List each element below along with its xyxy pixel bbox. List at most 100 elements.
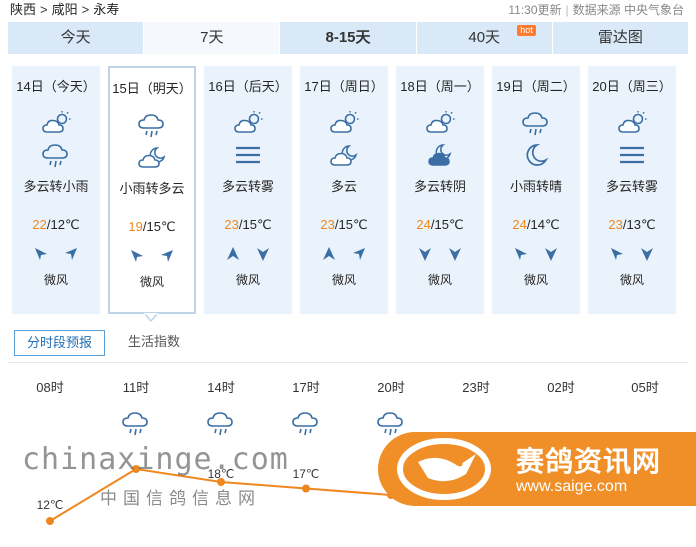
tab-hourly-forecast[interactable]: 分时段预报 — [14, 330, 106, 356]
hour-label: 20时 — [377, 380, 404, 395]
temperature-point — [302, 484, 310, 493]
overcast-night-icon — [428, 144, 452, 166]
wind-direction-icon — [161, 250, 173, 262]
temperature: 24/14℃ — [492, 216, 580, 234]
light-rain-icon — [138, 114, 164, 138]
wind-directions — [12, 246, 100, 264]
partly-cloudy-icon — [234, 111, 263, 133]
wind-direction-icon — [545, 248, 557, 261]
logo-title: 赛鸽资讯网 — [516, 446, 662, 477]
breadcrumb-separator: > — [40, 2, 48, 17]
temp-high: 22 — [32, 217, 47, 232]
weather-desc: 多云转小雨 — [23, 179, 89, 194]
wind-level: 微风 — [331, 273, 356, 287]
breadcrumb-province[interactable]: 陕西 — [10, 2, 36, 17]
day-date: 20日（周三） — [592, 79, 672, 94]
temperature-label: 17℃ — [293, 467, 320, 481]
logo-url: www.saige.com — [516, 478, 628, 495]
tab-today[interactable]: 今天 — [8, 22, 145, 54]
sub-tabs: 分时段预报 生活指数 — [0, 330, 696, 358]
weather-desc: 多云 — [330, 179, 357, 194]
temp-low: /15℃ — [238, 217, 272, 232]
moon-icon — [526, 144, 549, 166]
day-card[interactable]: 15日（明天） 小雨转多云 19/15℃ 微风 — [108, 66, 196, 314]
light-rain-icon — [522, 112, 548, 136]
top-bar: 陕西 > 咸阳 > 永寿 11:30更新 | 数据来源 中央气象台 — [0, 0, 696, 20]
wind-direction-icon — [353, 248, 365, 260]
breadcrumb-city[interactable]: 咸阳 — [52, 2, 78, 17]
day-card[interactable]: 18日（周一） 多云转阴 24/15℃ 微风 — [396, 66, 484, 314]
update-meta: 11:30更新 | 数据来源 中央气象台 — [508, 3, 684, 17]
cloudy-night-icon — [330, 145, 358, 166]
temperature: 23/15℃ — [204, 216, 292, 234]
update-time: 11:30更新 — [508, 3, 562, 17]
wind-directions — [588, 246, 676, 264]
temp-low: /14℃ — [526, 217, 560, 232]
wind-directions — [204, 246, 292, 264]
day-date: 16日（后天） — [208, 79, 288, 94]
light-rain-icon — [207, 412, 233, 436]
breadcrumb-separator: > — [81, 2, 90, 17]
temp-low: /15℃ — [430, 217, 464, 232]
partly-cloudy-icon — [426, 111, 455, 133]
temp-high: 24 — [512, 217, 527, 232]
temperature: 22/12℃ — [12, 216, 100, 234]
weather-desc: 多云转阴 — [413, 179, 466, 194]
wind-level: 微风 — [427, 273, 452, 287]
tab-40-days[interactable]: 40天 hot — [416, 22, 553, 54]
hot-badge: hot — [517, 25, 536, 36]
hour-label: 08时 — [36, 380, 63, 395]
day-date: 19日（周二） — [496, 79, 576, 94]
day-date: 14日（今天） — [16, 79, 96, 94]
temperature: 24/15℃ — [396, 216, 484, 234]
source-label: 数据来源 — [572, 3, 621, 17]
weather-desc: 多云转雾 — [221, 179, 274, 194]
day-card[interactable]: 17日（周日） 多云 23/15℃ 微风 — [300, 66, 388, 314]
day-card[interactable]: 16日（后天） 多云转雾 23/15℃ 微风 — [204, 66, 292, 314]
temp-high: 23 — [224, 217, 239, 232]
wind-level: 微风 — [139, 275, 164, 289]
wind-direction-icon — [515, 248, 527, 260]
temp-low: /13℃ — [622, 217, 656, 232]
wind-direction-icon — [323, 247, 335, 260]
wind-directions — [492, 246, 580, 264]
wind-directions — [300, 246, 388, 264]
tab-life-index[interactable]: 生活指数 — [116, 330, 192, 356]
tab-radar[interactable]: 雷达图 — [552, 22, 689, 54]
hour-label: 05时 — [631, 380, 658, 395]
tab-8-15-days[interactable]: 8-15天 — [280, 22, 417, 54]
hour-label: 14时 — [207, 380, 234, 395]
hour-label: 17时 — [292, 380, 319, 395]
temp-low: /15℃ — [142, 219, 176, 234]
temperature: 23/13℃ — [588, 216, 676, 234]
day-date: 18日（周一） — [400, 79, 480, 94]
watermark-subtext: 中国信鸽信息网 — [100, 489, 261, 509]
day-card[interactable]: 14日（今天） 多云转小雨 22/12℃ 微风 — [12, 66, 100, 314]
selected-day-pointer — [144, 313, 158, 322]
weather-desc: 多云转雾 — [605, 179, 658, 194]
hour-label: 23时 — [462, 380, 489, 395]
watermark-text: chinaxinge.com — [22, 442, 289, 477]
temp-high: 24 — [416, 217, 431, 232]
temperature: 23/15℃ — [300, 216, 388, 234]
light-rain-icon — [42, 144, 68, 168]
weather-desc: 小雨转多云 — [119, 181, 185, 196]
breadcrumb: 陕西 > 咸阳 > 永寿 — [10, 0, 119, 20]
wind-level: 微风 — [235, 273, 260, 287]
wind-directions — [110, 248, 194, 266]
day-card[interactable]: 19日（周二） 小雨转晴 24/14℃ 微风 — [492, 66, 580, 314]
wind-direction-icon — [641, 248, 653, 261]
wind-direction-icon — [611, 248, 623, 260]
temp-low: /15℃ — [334, 217, 368, 232]
wind-level: 微风 — [43, 273, 68, 287]
hour-label: 02时 — [547, 380, 574, 395]
forecast-tabs: 今天 7天 8-15天 40天 hot 雷达图 — [8, 22, 689, 54]
tab-7-days[interactable]: 7天 — [144, 22, 281, 54]
wind-direction-icon — [35, 248, 47, 260]
day-card[interactable]: 20日（周三） 多云转雾 23/13℃ 微风 — [588, 66, 676, 314]
day-date: 17日（周日） — [304, 79, 384, 94]
temp-low: /12℃ — [46, 217, 80, 232]
wind-direction-icon — [257, 248, 269, 261]
temperature-label: 12℃ — [37, 498, 64, 512]
partly-cloudy-icon — [330, 111, 359, 133]
